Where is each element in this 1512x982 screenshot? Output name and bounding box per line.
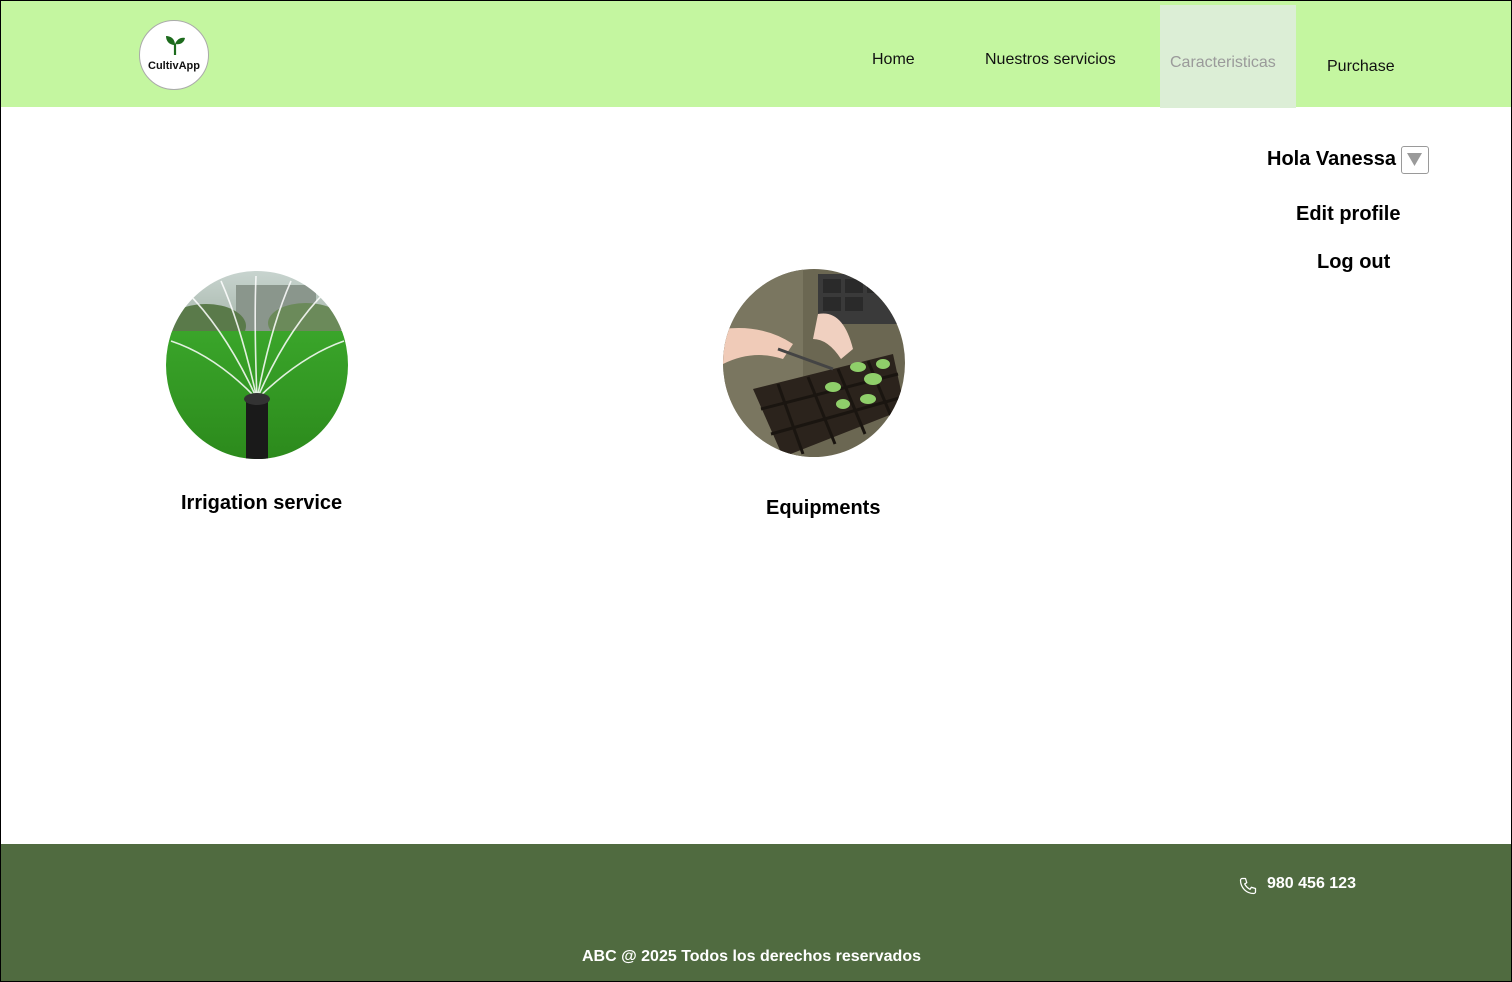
irrigation-service-label[interactable]: Irrigation service bbox=[181, 492, 342, 515]
footer-copyright: ABC @ 2025 Todos los derechos reservados bbox=[582, 948, 921, 965]
logout-link[interactable]: Log out bbox=[1317, 251, 1390, 274]
nav-home[interactable]: Home bbox=[872, 51, 915, 69]
site-header: CultivApp Home Nuestros servicios Caract… bbox=[1, 1, 1511, 108]
seedling-logo-icon bbox=[166, 36, 185, 55]
nav-servicios[interactable]: Nuestros servicios bbox=[985, 51, 1116, 69]
footer-phone[interactable]: 980 456 123 bbox=[1267, 875, 1356, 893]
dropdown-arrow-icon bbox=[1407, 153, 1422, 166]
seedling-tray-photo bbox=[723, 269, 905, 457]
nav-caracteristicas[interactable]: Caracteristicas bbox=[1170, 54, 1276, 72]
phone-icon bbox=[1239, 877, 1257, 895]
nav-purchase[interactable]: Purchase bbox=[1327, 58, 1395, 76]
equipments-image[interactable] bbox=[723, 269, 905, 457]
brand-logo[interactable]: CultivApp bbox=[139, 20, 209, 90]
irrigation-service-image[interactable] bbox=[166, 271, 348, 459]
edit-profile-link[interactable]: Edit profile bbox=[1296, 203, 1400, 226]
equipments-label[interactable]: Equipments bbox=[766, 497, 880, 520]
user-greeting: Hola Vanessa bbox=[1267, 148, 1396, 170]
sprinkler-photo bbox=[166, 271, 348, 459]
brand-name: CultivApp bbox=[148, 60, 200, 72]
user-menu-toggle[interactable] bbox=[1401, 146, 1429, 174]
